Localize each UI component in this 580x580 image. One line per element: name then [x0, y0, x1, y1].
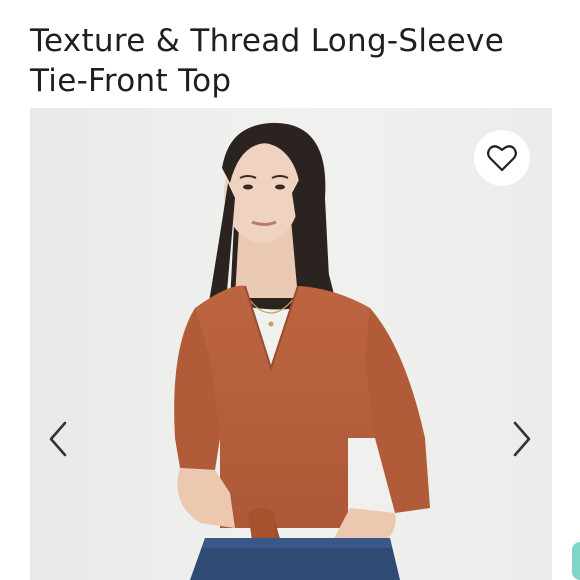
chevron-left-icon — [49, 421, 67, 457]
product-title: Texture & Thread Long-Sleeve Tie-Front T… — [30, 21, 570, 101]
chevron-right-icon — [513, 421, 531, 457]
product-photo[interactable] — [30, 108, 552, 580]
previous-image-button[interactable] — [38, 419, 78, 459]
side-tab[interactable] — [572, 542, 580, 580]
favorite-button[interactable] — [474, 130, 530, 186]
model-illustration — [30, 108, 552, 580]
next-image-button[interactable] — [502, 419, 542, 459]
product-title-line-2: Tie-Front Top — [30, 62, 232, 99]
product-title-line-1: Texture & Thread Long-Sleeve — [30, 22, 505, 59]
heart-outline-icon — [487, 145, 517, 172]
